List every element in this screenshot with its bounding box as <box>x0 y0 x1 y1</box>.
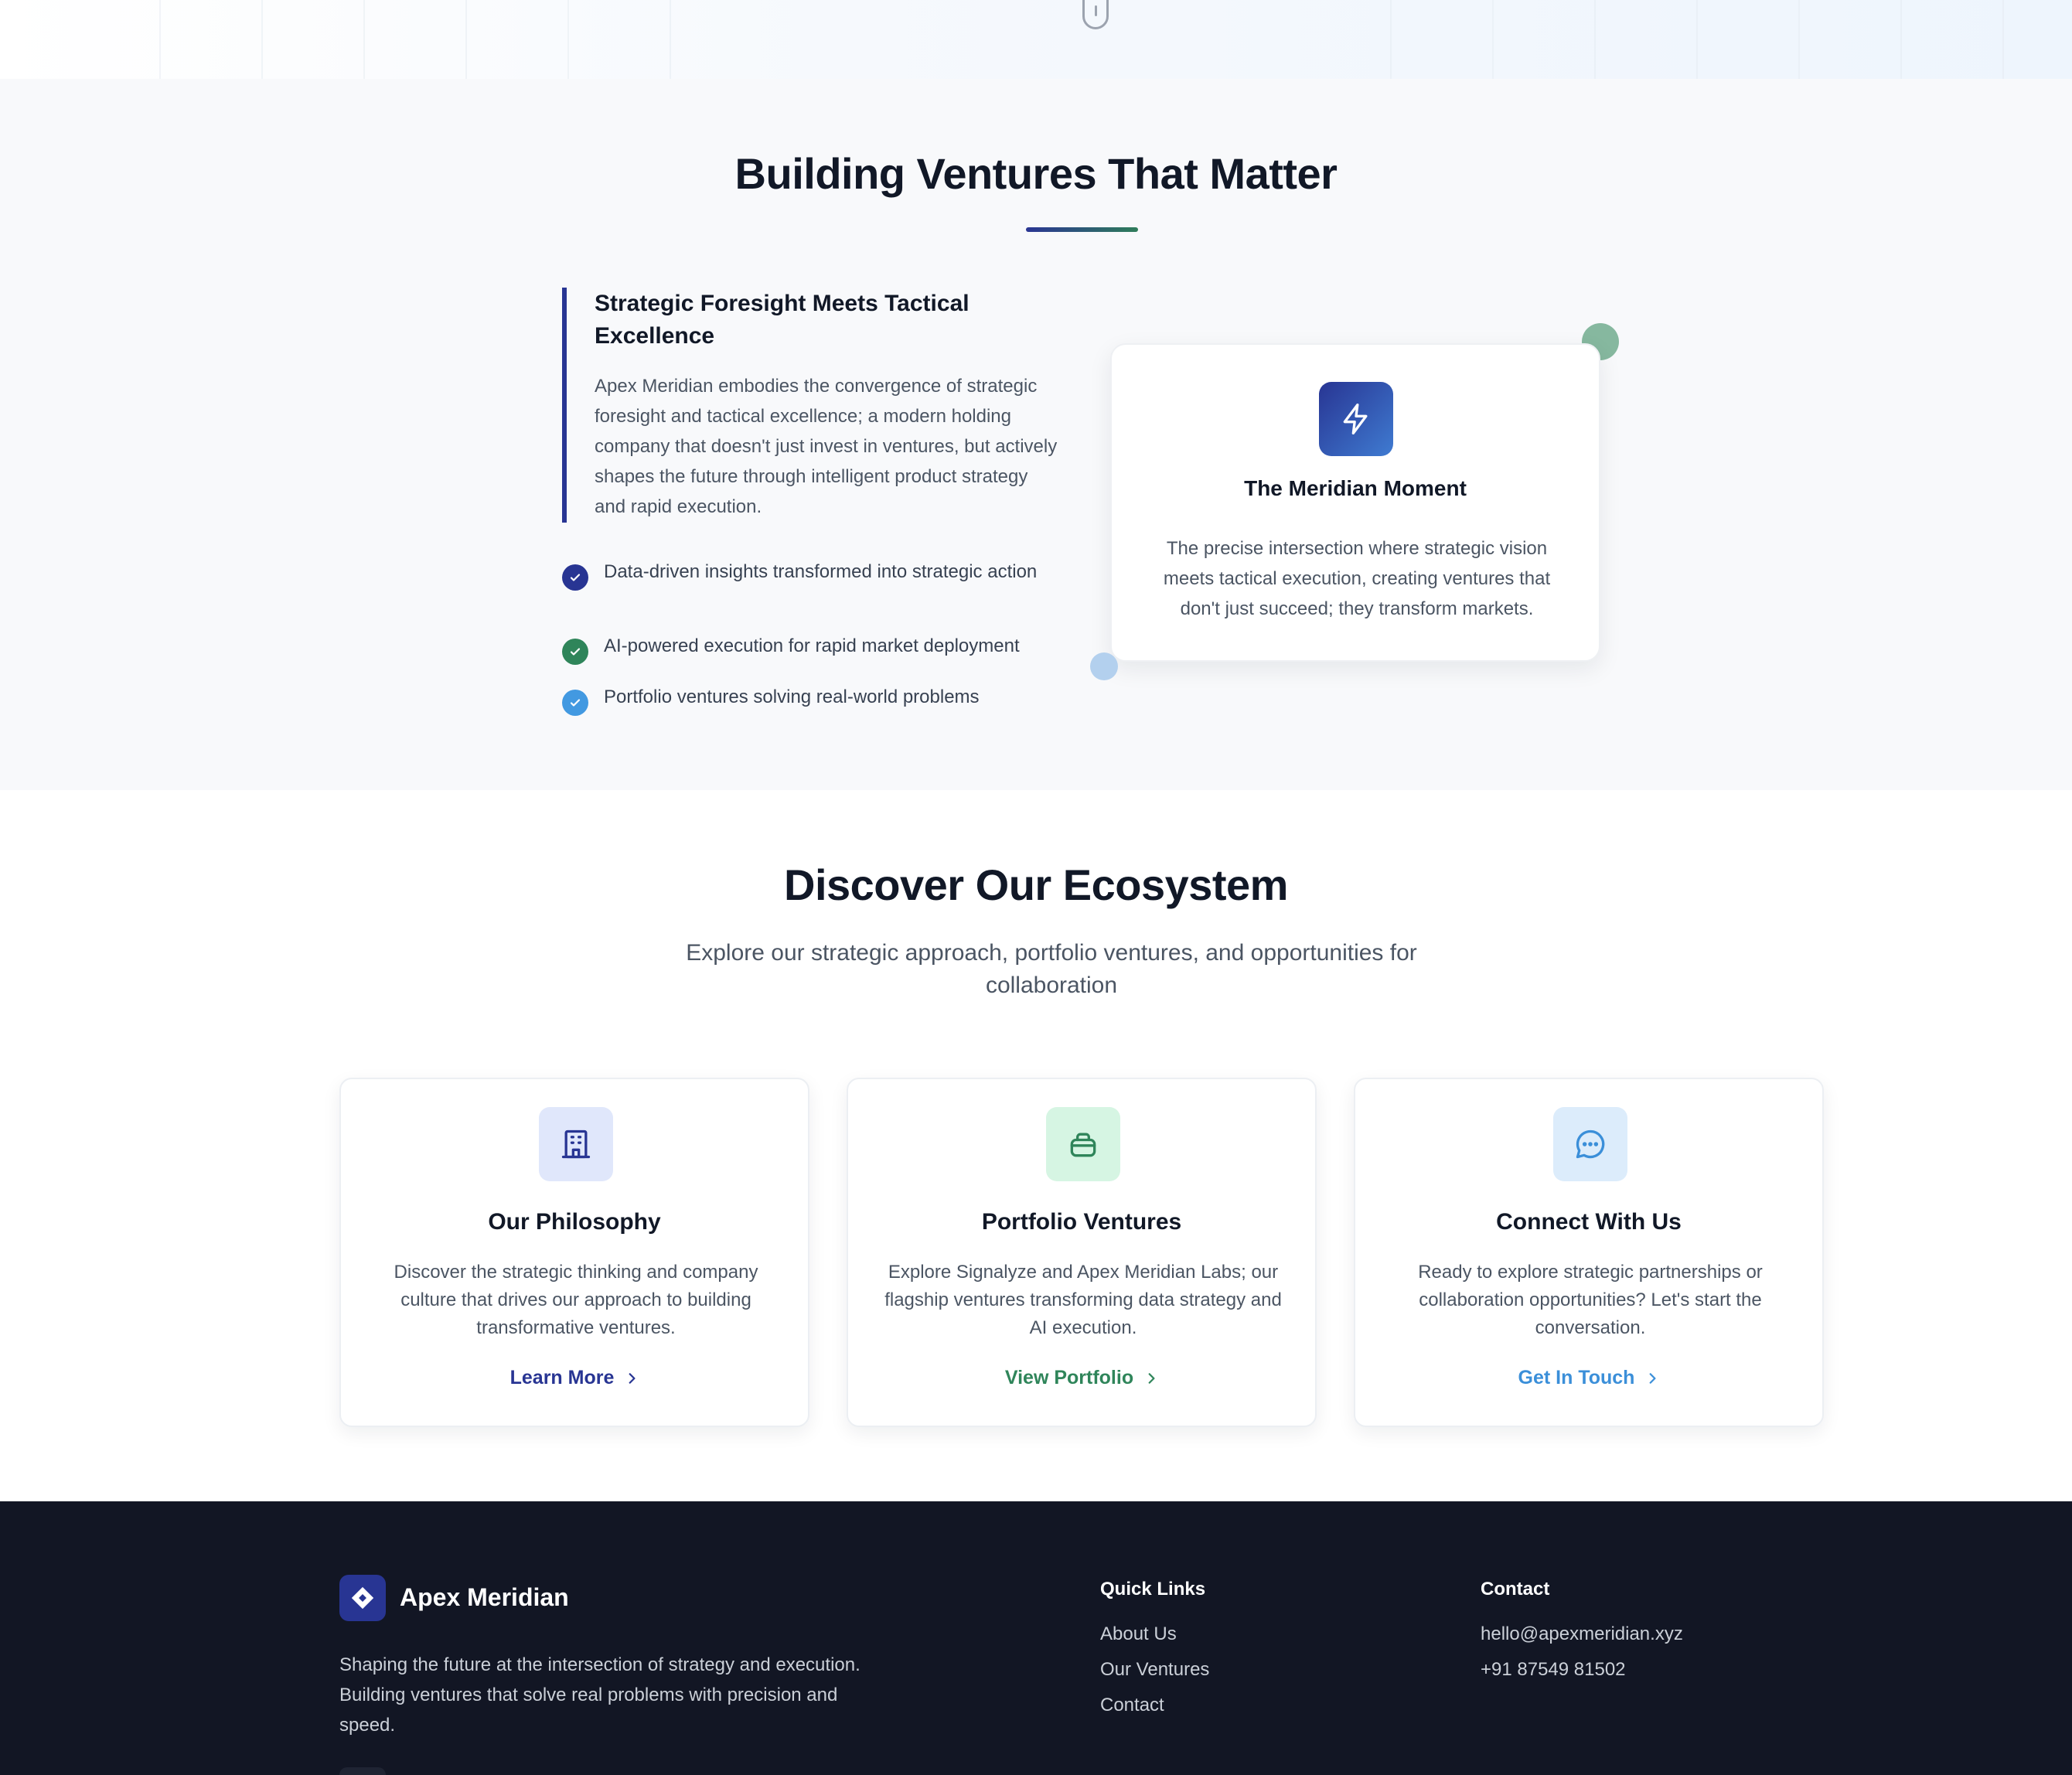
card-title: Our Philosophy <box>488 1209 661 1235</box>
section-title: Discover Our Ecosystem <box>784 860 1288 909</box>
site-footer: Apex Meridian Shaping the future at the … <box>0 1501 2072 1775</box>
brand-name[interactable]: Apex Meridian <box>400 1583 569 1612</box>
link-label: Get In Touch <box>1518 1367 1635 1388</box>
quote-body: Apex Meridian embodies the convergence o… <box>595 376 1058 517</box>
grid-line <box>1594 0 1596 79</box>
quick-links-heading: Quick Links <box>1100 1579 1206 1600</box>
check-icon <box>562 690 588 716</box>
card-title: Portfolio Ventures <box>981 1209 1182 1235</box>
link-label: View Portfolio <box>1004 1367 1134 1388</box>
checklist-item: AI-powered execution for rapid market de… <box>562 632 1068 665</box>
hero-bottom-strip <box>0 0 2072 79</box>
footer-link-ventures[interactable]: Our Ventures <box>1100 1659 1209 1681</box>
chat-bubble-icon <box>1553 1107 1627 1181</box>
scroll-wheel <box>1095 5 1097 16</box>
grid-line <box>2002 0 2004 79</box>
grid-line <box>1492 0 1494 79</box>
checklist-text: Data-driven insights transformed into st… <box>604 561 1038 582</box>
footer-link-about[interactable]: About Us <box>1100 1623 1209 1645</box>
checklist-text: AI-powered execution for rapid market de… <box>604 635 1020 656</box>
grid-line <box>1696 0 1698 79</box>
learn-more-link[interactable]: Learn More <box>341 1367 808 1389</box>
brand-description: Shaping the future at the intersection o… <box>339 1654 860 1736</box>
check-icon <box>562 639 588 665</box>
check-icon <box>562 564 588 591</box>
card-title: Connect With Us <box>1496 1209 1682 1235</box>
contact-column: Contact hello@apexmeridian.xyz +91 87549… <box>1481 1579 1683 1681</box>
grid-line <box>567 0 569 79</box>
chevron-right-icon <box>629 1372 636 1384</box>
card-body: The precise intersection where strategic… <box>1163 538 1551 619</box>
grid-line <box>670 0 671 79</box>
brand-logo-icon[interactable] <box>339 1575 386 1621</box>
contact-phone[interactable]: +91 87549 81502 <box>1481 1659 1683 1681</box>
view-portfolio-link[interactable]: View Portfolio <box>848 1367 1315 1389</box>
card-body: Explore Signalyze and Apex Meridian Labs… <box>884 1262 1282 1338</box>
card-body: Ready to explore strategic partnerships … <box>1418 1262 1763 1338</box>
philosophy-card: Our Philosophy Discover the strategic th… <box>339 1078 809 1427</box>
ecosystem-section: Discover Our Ecosystem Explore our strat… <box>0 790 2072 1501</box>
grid-line <box>1798 0 1800 79</box>
checklist-text: Portfolio ventures solving real-world pr… <box>604 686 980 707</box>
grid-line <box>1390 0 1392 79</box>
chevron-right-icon <box>1650 1372 1656 1384</box>
portfolio-card: Portfolio Ventures Explore Signalyze and… <box>847 1078 1317 1427</box>
checklist-item: Portfolio ventures solving real-world pr… <box>562 683 1068 716</box>
section-subtitle: Explore our strategic approach, portfoli… <box>686 940 1417 998</box>
meridian-moment-card: The Meridian Moment The precise intersec… <box>1110 343 1600 662</box>
briefcase-icon <box>1046 1107 1120 1181</box>
lightning-bolt-icon <box>1319 382 1393 456</box>
card-title: The Meridian Moment <box>1244 476 1467 500</box>
grid-line <box>159 0 161 79</box>
contact-email[interactable]: hello@apexmeridian.xyz <box>1481 1623 1683 1645</box>
chevron-right-icon <box>1148 1372 1155 1384</box>
grid-line <box>261 0 263 79</box>
get-in-touch-link[interactable]: Get In Touch <box>1355 1367 1822 1389</box>
grid-line <box>363 0 365 79</box>
section-title: Building Ventures That Matter <box>734 149 1338 198</box>
social-icon-button[interactable] <box>339 1767 386 1775</box>
strategy-quote-block: Strategic Foresight Meets Tactical Excel… <box>562 288 1057 523</box>
building-ventures-section: Building Ventures That Matter Strategic … <box>0 79 2072 790</box>
connect-card: Connect With Us Ready to explore strateg… <box>1354 1078 1824 1427</box>
link-label: Learn More <box>509 1367 615 1388</box>
scroll-down-indicator-icon[interactable] <box>1082 0 1109 29</box>
card-body: Discover the strategic thinking and comp… <box>394 1262 758 1338</box>
contact-heading: Contact <box>1481 1579 1550 1600</box>
building-icon <box>539 1107 613 1181</box>
grid-line <box>1900 0 1902 79</box>
checklist-item: Data-driven insights transformed into st… <box>562 558 1068 591</box>
title-underline <box>1026 227 1138 232</box>
grid-line <box>465 0 467 79</box>
quick-links-column: Quick Links About Us Our Ventures Contac… <box>1100 1579 1209 1716</box>
quote-heading: Strategic Foresight Meets Tactical Excel… <box>595 291 970 349</box>
decorative-dot <box>1090 652 1118 680</box>
footer-link-contact[interactable]: Contact <box>1100 1695 1209 1716</box>
